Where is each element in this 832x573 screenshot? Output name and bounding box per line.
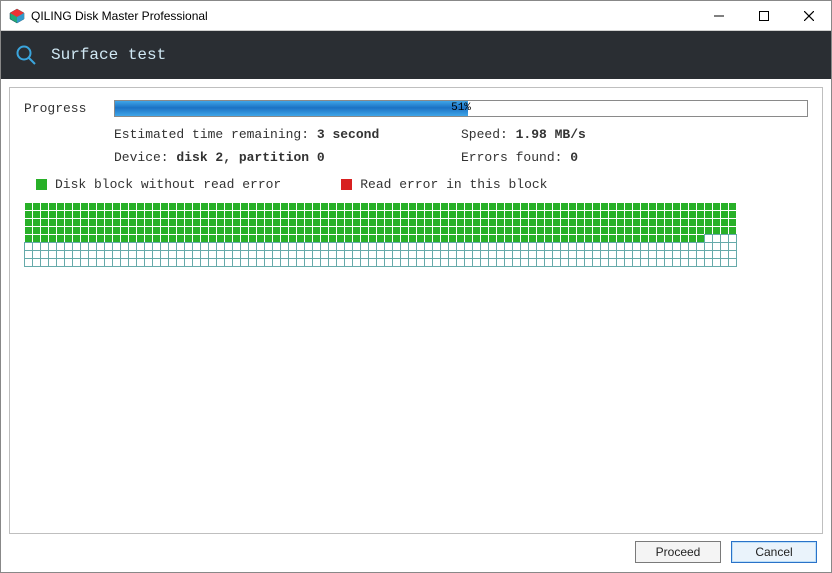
legend-ok-label: Disk block without read error	[55, 177, 281, 192]
errors-cell: Errors found: 0	[461, 150, 808, 165]
app-icon	[9, 8, 25, 24]
swatch-err-icon	[341, 179, 352, 190]
legend-err-label: Read error in this block	[360, 177, 547, 192]
page-header: Surface test	[1, 31, 831, 79]
block-grid	[24, 202, 808, 266]
device-cell: Device: disk 2, partition 0	[114, 150, 461, 165]
legend-ok: Disk block without read error	[36, 177, 281, 192]
legend: Disk block without read error Read error…	[36, 177, 808, 192]
progress-percent: 51%	[115, 101, 807, 116]
errors-label: Errors found:	[461, 150, 570, 165]
grid-cell	[728, 258, 737, 267]
app-window: QILING Disk Master Professional Surface …	[0, 0, 832, 573]
eta-label: Estimated time remaining:	[114, 127, 317, 142]
progress-row: Progress 51%	[24, 100, 808, 117]
device-label: Device:	[114, 150, 176, 165]
close-button[interactable]	[786, 1, 831, 30]
progress-label: Progress	[24, 101, 114, 116]
device-value: disk 2, partition 0	[176, 150, 324, 165]
titlebar: QILING Disk Master Professional	[1, 1, 831, 31]
speed-value: 1.98 MB/s	[516, 127, 586, 142]
legend-err: Read error in this block	[341, 177, 547, 192]
speed-cell: Speed: 1.98 MB/s	[461, 127, 808, 142]
footer: Proceed Cancel	[1, 538, 831, 572]
eta-value: 3 second	[317, 127, 379, 142]
minimize-button[interactable]	[696, 1, 741, 30]
page-title: Surface test	[51, 46, 166, 64]
content-panel: Progress 51% Estimated time remaining: 3…	[9, 87, 823, 534]
errors-value: 0	[570, 150, 578, 165]
cancel-button[interactable]: Cancel	[731, 541, 817, 563]
speed-label: Speed:	[461, 127, 516, 142]
progress-bar: 51%	[114, 100, 808, 117]
eta-cell: Estimated time remaining: 3 second	[114, 127, 461, 142]
maximize-button[interactable]	[741, 1, 786, 30]
swatch-ok-icon	[36, 179, 47, 190]
magnifier-icon	[15, 44, 37, 66]
window-controls	[696, 1, 831, 30]
proceed-button[interactable]: Proceed	[635, 541, 721, 563]
window-title: QILING Disk Master Professional	[31, 9, 696, 23]
info-grid: Estimated time remaining: 3 second Speed…	[114, 127, 808, 165]
